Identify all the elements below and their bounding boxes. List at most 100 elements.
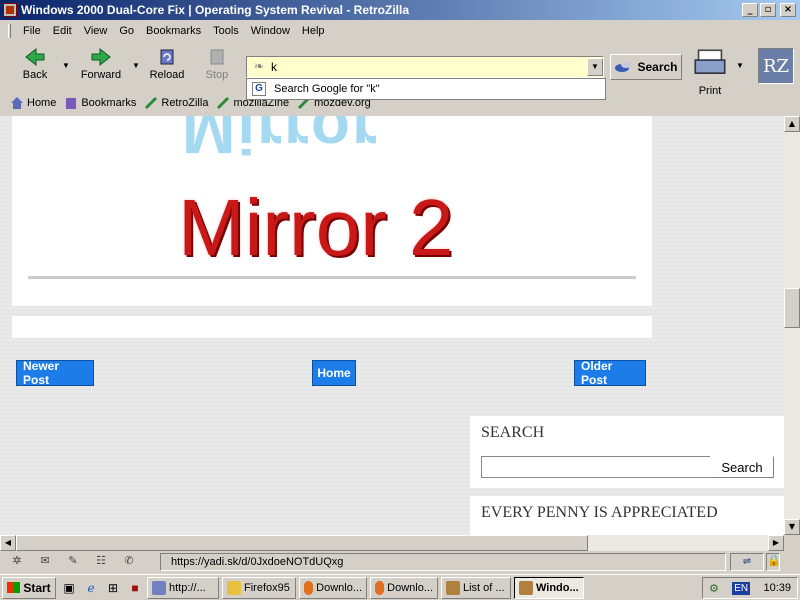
menu-tools[interactable]: Tools [207, 23, 245, 39]
vertical-scroll-thumb[interactable] [784, 288, 800, 328]
status-bar: ✲ ✉ ✎ ☷ ✆ https://yadi.sk/d/0JxdoeNOTdUQ… [0, 551, 800, 573]
search-button[interactable]: Search [610, 54, 682, 80]
task-label: List of ... [463, 581, 505, 594]
task-label: Downlo... [387, 581, 433, 594]
page-content[interactable]: Mirror Mirror 2 Newer Post Home Older Po… [0, 116, 784, 535]
close-button[interactable]: × [780, 3, 796, 17]
folder-icon [227, 580, 241, 595]
menu-help[interactable]: Help [296, 23, 331, 39]
bookmark-retrozilla-label: RetroZilla [161, 97, 209, 109]
post-image-card: Mirror Mirror 2 [12, 116, 652, 306]
url-bar[interactable]: ❧ k ▼ [246, 56, 604, 78]
scroll-corner [784, 535, 800, 551]
search-widget-button[interactable]: Search [710, 456, 774, 478]
online-status-icon[interactable]: ⇌ [730, 553, 764, 571]
forward-dropdown-icon[interactable]: ▼ [132, 61, 140, 70]
window-icon [152, 580, 166, 595]
bookmark-bookmarks-label: Bookmarks [81, 97, 137, 109]
start-label: Start [23, 580, 51, 595]
mirror-heading-image[interactable]: Mirror 2 [178, 182, 454, 274]
minimize-button[interactable]: _ [742, 3, 758, 17]
bookmark-retrozilla[interactable]: RetroZilla [144, 96, 208, 110]
security-lock-icon[interactable]: 🔒 [766, 553, 781, 571]
stop-button[interactable]: Stop [192, 45, 242, 87]
retrozilla-window-icon [519, 580, 533, 595]
explorer-icon[interactable]: ⊞ [104, 579, 122, 597]
irc-chat-icon[interactable]: ✆ [118, 554, 140, 570]
bookmark-home[interactable]: Home [10, 96, 56, 110]
url-dropdown-icon[interactable]: ▼ [587, 58, 603, 76]
back-button[interactable]: Back [10, 45, 60, 87]
reload-button[interactable]: Reload [142, 45, 192, 87]
bookmark-bookmarks[interactable]: Bookmarks [64, 96, 136, 110]
composer-icon[interactable]: ✎ [62, 554, 84, 570]
firefox-icon [304, 580, 314, 595]
menu-go[interactable]: Go [113, 23, 140, 39]
language-indicator[interactable]: EN [732, 581, 751, 595]
retrozilla-icon [145, 96, 158, 110]
menu-view[interactable]: View [78, 23, 114, 39]
addressbook-icon[interactable]: ☷ [90, 554, 112, 570]
task-label: Firefox95 [244, 581, 290, 594]
menu-bar: File Edit View Go Bookmarks Tools Window… [0, 21, 800, 41]
horizontal-scrollbar[interactable]: ◀ ▶ [0, 535, 784, 551]
back-dropdown-icon[interactable]: ▼ [62, 61, 70, 70]
mozillazine-icon [217, 96, 230, 110]
scroll-right-icon[interactable]: ▶ [768, 535, 784, 551]
home-icon [11, 97, 23, 109]
print-button[interactable]: Print [692, 45, 728, 97]
autocomplete-item[interactable]: Search Google for "k" [274, 83, 380, 95]
search-widget: SEARCH Search [470, 416, 784, 488]
scroll-down-icon[interactable]: ▼ [784, 519, 800, 535]
menu-bookmarks[interactable]: Bookmarks [140, 23, 207, 39]
task-label: http://... [169, 581, 206, 594]
stop-icon [210, 49, 224, 65]
windows-flag-icon [7, 582, 21, 593]
menu-file[interactable]: File [17, 23, 47, 39]
menu-edit[interactable]: Edit [47, 23, 78, 39]
url-autocomplete-popup[interactable]: G Search Google for "k" [246, 78, 606, 100]
taskbar-item-firefox95[interactable]: Firefox95 [222, 576, 296, 599]
vertical-scrollbar[interactable]: ▲ ▼ [784, 116, 800, 535]
forward-button[interactable]: Forward [76, 45, 126, 87]
horizontal-scroll-thumb[interactable] [16, 535, 588, 551]
print-dropdown-icon[interactable]: ▼ [736, 61, 744, 70]
printer-icon [694, 49, 726, 74]
window-title: Windows 2000 Dual-Core Fix | Operating S… [21, 3, 410, 17]
back-label: Back [22, 69, 48, 81]
taskbar-item-download-2[interactable]: Downlo... [370, 576, 438, 599]
show-desktop-icon[interactable]: ▣ [60, 579, 78, 597]
start-button[interactable]: Start [2, 576, 56, 599]
menu-window[interactable]: Window [245, 23, 296, 39]
home-link[interactable]: Home [312, 360, 356, 386]
tray-network-icon[interactable]: ⚙ [709, 582, 719, 595]
mail-icon[interactable]: ✉ [34, 554, 56, 570]
retrozilla-logo[interactable]: RZ [758, 48, 794, 84]
url-input[interactable]: k [271, 60, 587, 74]
search-widget-input[interactable] [481, 456, 711, 478]
scroll-left-icon[interactable]: ◀ [0, 535, 16, 551]
ie-icon[interactable]: ℯ [82, 579, 100, 597]
back-arrow-icon [25, 47, 45, 67]
donation-heading: EVERY PENNY IS APPRECIATED [481, 504, 718, 521]
media-icon[interactable]: ■ [126, 579, 144, 597]
taskbar-item-list[interactable]: List of ... [441, 576, 511, 599]
forward-arrow-icon [91, 47, 111, 67]
clock[interactable]: 10:39 [763, 582, 791, 594]
reload-icon [160, 49, 174, 65]
taskbar-item-windows-active[interactable]: Windo... [514, 576, 584, 599]
taskbar: Start ▣ ℯ ⊞ ■ http://... Firefox95 Downl… [0, 574, 800, 600]
taskbar-item-http[interactable]: http://... [147, 576, 219, 599]
taskbar-item-download-1[interactable]: Downlo... [299, 576, 367, 599]
donation-widget: EVERY PENNY IS APPRECIATED [470, 496, 784, 535]
maximize-button[interactable]: ▫ [760, 3, 776, 17]
older-post-link[interactable]: Older Post [574, 359, 646, 387]
app-icon[interactable] [3, 3, 17, 17]
scroll-up-icon[interactable]: ▲ [784, 116, 800, 132]
stop-label: Stop [205, 69, 229, 81]
navigator-icon[interactable]: ✲ [6, 554, 28, 570]
newer-post-link[interactable]: Newer Post [16, 359, 94, 387]
firefox-icon [375, 580, 385, 595]
forward-label: Forward [80, 69, 122, 81]
toolbar-grip[interactable] [8, 24, 11, 38]
